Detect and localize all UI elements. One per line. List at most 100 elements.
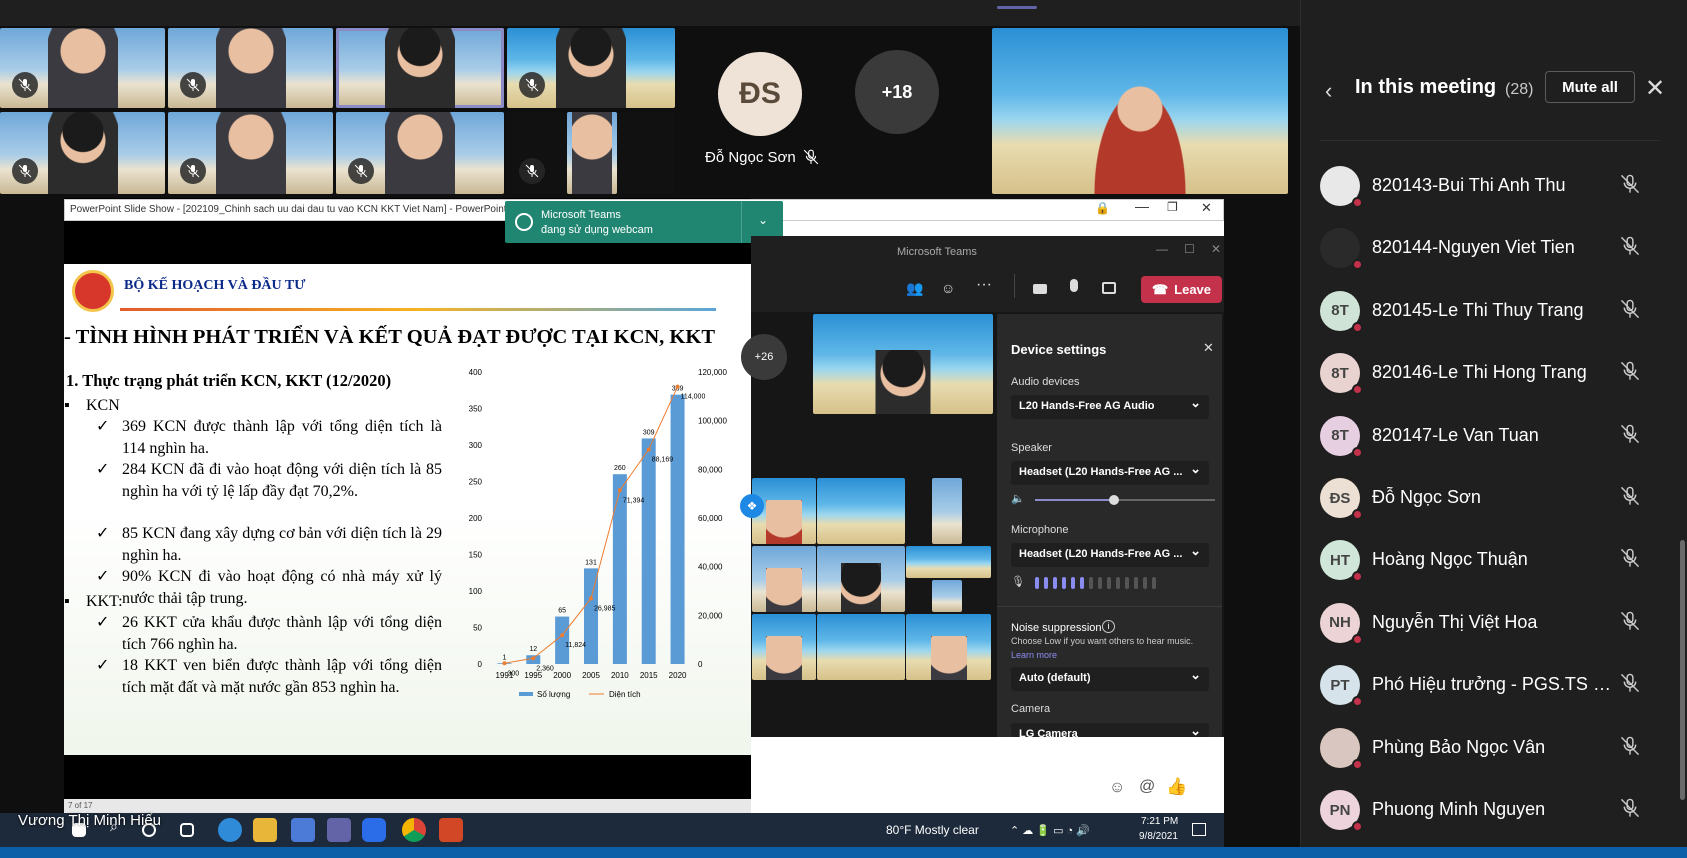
- video-tile[interactable]: [168, 112, 333, 194]
- chrome-icon[interactable]: [402, 818, 426, 842]
- camera-select[interactable]: LG Camera: [1011, 723, 1209, 737]
- minimize-icon[interactable]: —: [1135, 198, 1149, 214]
- close-icon[interactable]: ✕: [1645, 74, 1665, 103]
- participant-avatar[interactable]: ĐS: [718, 52, 802, 136]
- clock-date[interactable]: 9/8/2021: [1139, 831, 1178, 842]
- restore-icon[interactable]: ❐: [1167, 200, 1178, 214]
- participant-row[interactable]: ĐS Đỗ Ngọc Sơn: [1320, 478, 1660, 536]
- more-participants-tile[interactable]: +18: [855, 50, 939, 134]
- mic-off-icon[interactable]: [1620, 673, 1640, 698]
- powerpoint-icon[interactable]: [439, 818, 463, 842]
- participant-row[interactable]: PN Phuong Minh Nguyen: [1320, 790, 1660, 848]
- mute-all-button[interactable]: Mute all: [1545, 71, 1635, 103]
- file-explorer-icon[interactable]: [253, 818, 277, 842]
- store-icon[interactable]: [291, 818, 315, 842]
- reactions-icon[interactable]: ☺: [941, 280, 955, 296]
- check-bullet-icon: ✓: [96, 657, 110, 674]
- close-icon[interactable]: ✕: [1203, 340, 1214, 356]
- weather-text[interactable]: 80°F Mostly clear: [886, 823, 979, 837]
- share-screen-icon[interactable]: [1102, 282, 1116, 294]
- video-tile-active-speaker[interactable]: [336, 28, 504, 108]
- video-tile[interactable]: [507, 112, 675, 194]
- participant-row[interactable]: 8T 820145-Le Thi Thuy Trang: [1320, 290, 1660, 349]
- noise-suppression-select[interactable]: Auto (default): [1011, 667, 1209, 691]
- video-tile[interactable]: [752, 546, 816, 612]
- video-tile[interactable]: [817, 478, 905, 544]
- participant-row[interactable]: Phùng Bảo Ngọc Vân: [1320, 727, 1660, 786]
- speaker-select[interactable]: Headset (L20 Hands-Free AG ...: [1011, 461, 1209, 485]
- emoji-icon[interactable]: ☺: [1109, 779, 1125, 797]
- maximize-icon[interactable]: ☐: [1184, 242, 1195, 256]
- participant-row[interactable]: 8T 820147-Le Van Tuan: [1320, 415, 1660, 474]
- mic-off-icon[interactable]: [1620, 798, 1640, 823]
- back-chevron-icon[interactable]: ‹: [1325, 78, 1332, 104]
- mic-off-icon[interactable]: [1620, 424, 1640, 449]
- more-participants-tile[interactable]: +26: [741, 334, 787, 380]
- chat-compose-box[interactable]: ☺ @ 👍: [751, 737, 1224, 813]
- clock-time[interactable]: 7:21 PM: [1141, 816, 1178, 827]
- toast-title: Microsoft Teams: [541, 209, 621, 221]
- mic-off-icon[interactable]: [1620, 299, 1640, 324]
- mic-off-icon[interactable]: [1620, 548, 1640, 573]
- video-tile[interactable]: [507, 28, 675, 108]
- mic-icon[interactable]: [1070, 279, 1078, 292]
- leave-button[interactable]: ☎ Leave: [1141, 276, 1222, 303]
- participant-row[interactable]: PT Phó Hiệu trưởng - PGS.TS Đà...: [1320, 665, 1660, 723]
- audio-device-select[interactable]: L20 Hands-Free AG Audio: [1011, 395, 1209, 419]
- camera-icon[interactable]: [1033, 284, 1047, 294]
- video-tile[interactable]: [932, 478, 962, 544]
- dropbox-icon[interactable]: ❖: [740, 494, 764, 518]
- notification-icon[interactable]: [1192, 823, 1206, 836]
- participant-row[interactable]: 820144-Nguyen Viet Tien: [1320, 228, 1660, 286]
- status-dot: [1352, 821, 1363, 832]
- info-icon[interactable]: i: [1102, 620, 1115, 633]
- zalo-icon[interactable]: [362, 818, 386, 842]
- more-icon[interactable]: ···: [976, 276, 992, 294]
- panel-scrollbar[interactable]: [1680, 540, 1685, 800]
- tray-icons[interactable]: ⌃ ☁ 🔋 ▭ ◔ 🔊: [1010, 824, 1090, 837]
- presenter-video-mini[interactable]: [813, 314, 993, 414]
- window-close-icon[interactable]: ✕: [1201, 200, 1212, 216]
- video-tile[interactable]: [906, 546, 991, 578]
- kcn-label: KCN: [86, 397, 120, 414]
- video-tile[interactable]: [0, 112, 165, 194]
- y-left-tick-label: 200: [469, 514, 483, 523]
- close-icon[interactable]: ✕: [1211, 242, 1221, 256]
- slide-bullet-text: 369 KCN được thành lập với tổng diện tíc…: [122, 418, 442, 457]
- video-tile[interactable]: [817, 614, 905, 680]
- bar-data-label: 65: [558, 608, 566, 615]
- mic-off-icon[interactable]: [1620, 736, 1640, 761]
- learn-more-link[interactable]: Learn more: [1011, 650, 1057, 660]
- teams-icon[interactable]: [327, 818, 351, 842]
- status-dot: [1352, 259, 1363, 271]
- video-tile[interactable]: [906, 614, 991, 680]
- speaker-volume-thumb[interactable]: [1109, 495, 1120, 505]
- microphone-select[interactable]: Headset (L20 Hands-Free AG ...: [1011, 543, 1209, 567]
- edge-icon[interactable]: [218, 818, 242, 842]
- mic-off-icon[interactable]: [1620, 611, 1640, 636]
- mic-off-icon[interactable]: [1620, 361, 1640, 386]
- participant-row[interactable]: NH Nguyễn Thị Việt Hoa: [1320, 602, 1660, 661]
- minimize-icon[interactable]: —: [1156, 242, 1168, 256]
- people-icon[interactable]: 👥: [906, 280, 923, 297]
- video-tile[interactable]: [168, 28, 333, 108]
- speaker-volume-track[interactable]: [1035, 495, 1215, 505]
- video-tile[interactable]: [817, 546, 905, 612]
- mention-icon[interactable]: @: [1139, 778, 1155, 796]
- teams-webcam-toast[interactable]: Microsoft Teams đang sử dụng webcam ⌄: [505, 201, 783, 243]
- chevron-down-icon[interactable]: ⌄: [758, 213, 768, 227]
- video-tile[interactable]: [932, 580, 962, 612]
- task-view-icon[interactable]: [180, 823, 194, 837]
- participant-row[interactable]: 8T 820146-Le Thi Hong Trang: [1320, 353, 1660, 411]
- video-tile[interactable]: [0, 28, 165, 108]
- like-icon[interactable]: 👍: [1166, 777, 1187, 797]
- mic-off-icon[interactable]: [1620, 236, 1640, 261]
- participant-row[interactable]: HT Hoàng Ngọc Thuận: [1320, 540, 1660, 598]
- video-tile[interactable]: [336, 112, 504, 194]
- presenter-video[interactable]: [992, 28, 1288, 194]
- mic-off-icon[interactable]: [1620, 174, 1640, 199]
- participant-row[interactable]: 820143-Bui Thi Anh Thu: [1320, 166, 1660, 224]
- mic-off-icon: [180, 72, 206, 98]
- mic-off-icon[interactable]: [1620, 486, 1640, 511]
- video-tile[interactable]: [752, 614, 816, 680]
